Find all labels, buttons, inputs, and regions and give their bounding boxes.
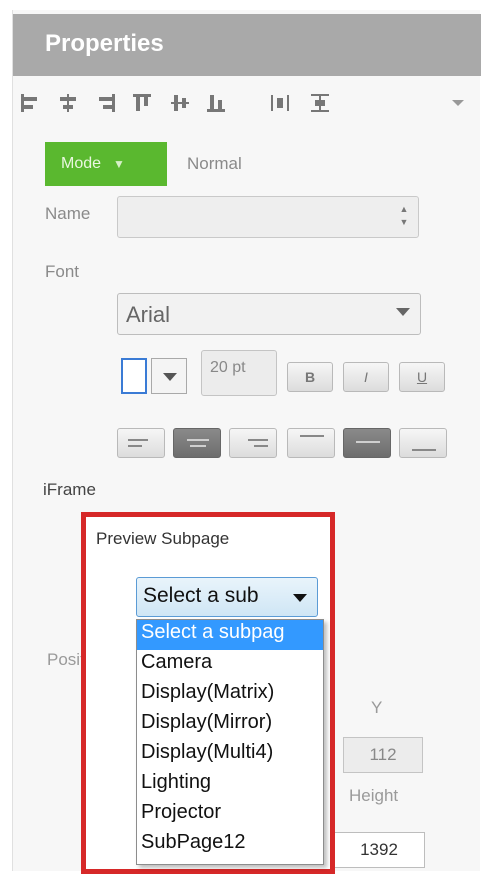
preview-subpage-label: Preview Subpage — [96, 529, 230, 548]
mode-button[interactable]: Mode ▼ — [45, 142, 167, 186]
mode-row: Mode ▼ Normal — [13, 138, 481, 188]
valign-middle-button[interactable] — [343, 428, 391, 458]
valign-top-button[interactable] — [287, 428, 335, 458]
subpage-option[interactable]: Select a subpag — [137, 620, 323, 650]
italic-button[interactable]: I — [343, 362, 389, 392]
valign-bottom-icon — [412, 449, 436, 451]
highlight-box: Preview Subpage Select a sub Select a su… — [81, 512, 335, 874]
subpage-option[interactable]: Display(Matrix) — [137, 680, 323, 710]
name-label: Name — [45, 204, 91, 223]
spinner-icon[interactable]: ▲ ▼ — [398, 203, 410, 229]
underline-button[interactable]: U — [399, 362, 445, 392]
subpage-option[interactable]: Display(Multi4) — [137, 740, 323, 770]
valign-bottom-button[interactable] — [399, 428, 447, 458]
subpage-option[interactable]: Lighting — [137, 770, 323, 800]
font-color-swatch[interactable] — [121, 358, 147, 394]
subpage-options-list: Select a subpag Camera Display(Matrix) D… — [136, 619, 324, 865]
align-top-icon[interactable] — [131, 92, 153, 114]
chevron-down-icon — [293, 594, 307, 602]
valign-top-icon — [300, 435, 324, 437]
subpage-select[interactable]: Select a sub — [136, 577, 318, 617]
subpage-select-value: Select a sub — [143, 584, 259, 607]
align-left-icon — [128, 439, 148, 441]
align-right-icon[interactable] — [95, 92, 117, 114]
text-align-right-button[interactable] — [229, 428, 277, 458]
properties-header: Properties — [13, 14, 481, 76]
subpage-option[interactable]: Camera — [137, 650, 323, 680]
distribute-vertical-icon[interactable] — [309, 92, 331, 114]
align-left-icon[interactable] — [19, 92, 41, 114]
toolbar-chevron-down-icon[interactable] — [449, 94, 467, 112]
chevron-down-icon — [396, 308, 410, 316]
y-input[interactable]: 112 — [343, 737, 423, 773]
name-input[interactable]: ▲ ▼ — [117, 196, 419, 238]
text-align-left-button[interactable] — [117, 428, 165, 458]
font-color-dropdown[interactable] — [151, 358, 187, 394]
font-label: Font — [45, 262, 80, 281]
chevron-down-icon: ▼ — [113, 157, 125, 171]
mode-value: Normal — [187, 154, 242, 173]
height-label: Height — [349, 786, 399, 805]
font-family-value: Arial — [126, 302, 171, 327]
font-size-input[interactable]: 20 pt — [201, 350, 277, 396]
text-align-center-button[interactable] — [173, 428, 221, 458]
align-middle-icon[interactable] — [169, 92, 191, 114]
height-input[interactable]: 1392 — [333, 832, 425, 868]
align-bottom-icon[interactable] — [205, 92, 227, 114]
properties-panel: Properties Mode ▼ Normal Name ▲ ▼ Font A… — [12, 10, 481, 874]
panel-title: Properties — [45, 30, 164, 57]
bold-button[interactable]: B — [287, 362, 333, 392]
subpage-option[interactable]: SubPage12 — [137, 830, 323, 860]
font-family-select[interactable]: Arial — [117, 293, 421, 335]
align-right-icon — [248, 439, 268, 441]
alignment-toolbar — [13, 84, 481, 124]
subpage-option[interactable]: Display(Mirror) — [137, 710, 323, 740]
valign-middle-icon — [356, 441, 380, 443]
align-center-icon — [187, 439, 209, 441]
distribute-horizontal-icon[interactable] — [269, 92, 291, 114]
subpage-option[interactable]: Projector — [137, 800, 323, 830]
iframe-label: iFrame — [43, 480, 96, 499]
y-label: Y — [371, 698, 383, 717]
align-center-icon[interactable] — [57, 92, 79, 114]
mode-button-label: Mode — [61, 155, 102, 172]
